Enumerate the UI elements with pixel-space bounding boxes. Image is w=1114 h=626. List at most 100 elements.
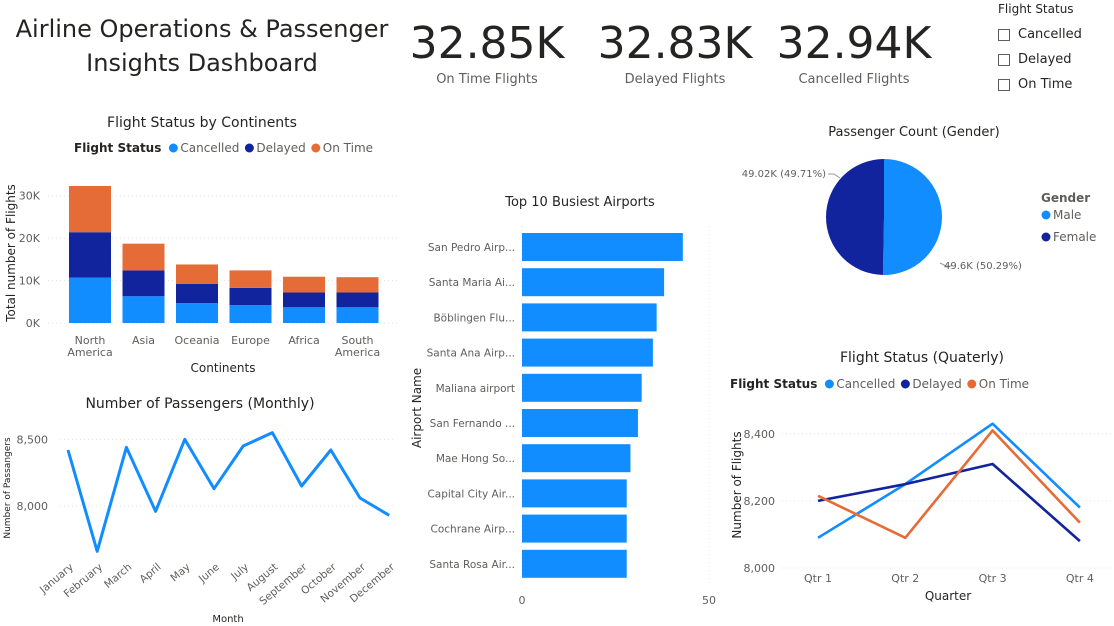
legend-marker: [244, 143, 254, 153]
series-line: [66, 431, 390, 553]
quarterly-line-chart: Flight Status (Quaterly) Flight Status Can…: [730, 350, 1112, 603]
slicer-option-label: Delayed: [1018, 52, 1072, 67]
bar-segment: [283, 307, 325, 323]
bar: [522, 303, 657, 332]
bar-segment: [229, 305, 272, 323]
gender-pie-chart: Passenger Count (Gender) 49.6K (50.29%) 49…: [742, 125, 1096, 275]
y-tick-label: 8,400: [744, 428, 776, 441]
x-axis-title: Continents: [191, 361, 256, 375]
y-axis-title: Number of Flights: [730, 431, 744, 538]
legend-marker: [311, 143, 321, 153]
x-axis-title: Quarter: [925, 589, 971, 603]
y-tick-label: Santa Rosa Air...: [429, 559, 515, 571]
dashboard-title: Airline Operations & Passenger Insights …: [15, 15, 389, 77]
chart-title: Top 10 Busiest Airports: [504, 195, 655, 210]
kpi-delayed: 32.83K Delayed Flights: [590, 18, 760, 87]
busiest-airports-bar-chart: Top 10 Busiest Airports 0 50 San Pedro Airp…: [410, 195, 716, 607]
x-tick-label: Africa: [288, 334, 319, 347]
bar-segment: [336, 277, 379, 293]
legend-marker: [824, 379, 834, 389]
bar-segment: [336, 307, 379, 323]
bar-segment: [176, 283, 218, 304]
legend-marker: [967, 379, 977, 389]
y-tick-label: Capital City Air...: [427, 488, 515, 500]
y-tick-label: Maliana airport: [436, 383, 515, 395]
kpi-label: Delayed Flights: [624, 72, 726, 87]
checkbox[interactable]: [998, 28, 1010, 41]
legend-label: Cancelled: [836, 377, 895, 391]
x-tick-label: June: [196, 561, 222, 586]
slicer-title: Flight Status: [998, 2, 1074, 16]
checkbox[interactable]: [998, 53, 1010, 66]
continents-stacked-bar-chart: Flight Status by Continents Flight Status…: [4, 115, 398, 375]
bar-segment: [229, 287, 272, 306]
bar-segment: [69, 185, 111, 233]
legend-label: Delayed: [256, 141, 305, 155]
x-tick-label: April: [137, 561, 163, 586]
chart-title: Number of Passengers (Monthly): [85, 396, 314, 412]
y-tick-label: Mae Hong So...: [436, 453, 515, 465]
x-axis-title: Month: [212, 614, 243, 625]
checkbox[interactable]: [998, 78, 1010, 91]
bar-segment: [122, 270, 165, 297]
kpi-value: 32.83K: [597, 18, 753, 69]
bar-segment: [229, 270, 272, 288]
data-label: 49.02K (49.71%): [742, 169, 826, 180]
x-tick-label: Oceania: [175, 334, 220, 347]
x-tick-label: Qtr 2: [891, 572, 919, 585]
bar-segment: [69, 232, 111, 278]
slicer-option-label: On Time: [1018, 77, 1073, 92]
bar: [522, 514, 627, 543]
y-tick-label: 10K: [19, 275, 41, 288]
kpi-on-time: 32.85K On Time Flights: [402, 18, 572, 87]
bar: [522, 338, 653, 367]
slicer-option-cancelled[interactable]: Cancelled: [998, 22, 1110, 47]
legend-marker: [1041, 232, 1051, 242]
x-tick-label: Qtr 3: [979, 572, 1007, 585]
x-tick-label: America: [335, 346, 380, 359]
bar-segment: [176, 303, 218, 323]
y-tick-label: 8,000: [17, 500, 49, 513]
y-tick-label: San Pedro Airp...: [428, 242, 515, 254]
x-tick-label: March: [102, 561, 134, 591]
legend-title: Flight Status: [74, 141, 161, 155]
y-axis-title: Number of Passangers: [3, 437, 13, 539]
slicer-option-label: Cancelled: [1018, 27, 1082, 42]
kpi-label: Cancelled Flights: [798, 72, 910, 87]
x-tick-label: July: [228, 561, 251, 583]
slicer-option-delayed[interactable]: Delayed: [998, 47, 1110, 72]
y-tick-label: 8,200: [744, 495, 776, 508]
legend-label: Female: [1053, 230, 1096, 244]
monthly-passengers-line-chart: Number of Passengers (Monthly) 8,000 8,500…: [3, 396, 398, 625]
legend-label: Male: [1053, 208, 1081, 222]
x-tick-label: Qtr 1: [804, 572, 832, 585]
bar: [522, 268, 665, 297]
bar: [522, 373, 642, 402]
legend-marker: [1041, 210, 1051, 220]
leader-line: [828, 173, 841, 179]
legend-title: Flight Status: [730, 377, 817, 391]
chart-title: Flight Status by Continents: [107, 115, 297, 131]
series-line: [817, 462, 1081, 543]
x-tick-label: Qtr 4: [1066, 572, 1094, 585]
data-label: 49.6K (50.29%): [944, 261, 1022, 272]
legend-title: Gender: [1041, 191, 1090, 205]
kpi-value: 32.85K: [409, 18, 565, 69]
bar-segment: [336, 292, 379, 308]
series-line: [817, 429, 1081, 540]
x-tick-label: 50: [702, 594, 716, 607]
y-tick-label: 0K: [26, 317, 41, 330]
slicer-option-on-time[interactable]: On Time: [998, 72, 1110, 97]
y-axis-title: Total number of Flights: [4, 184, 18, 323]
x-tick-label: 0: [519, 594, 526, 607]
legend-label: On Time: [979, 377, 1029, 391]
bar: [522, 233, 683, 261]
bar-segment: [283, 292, 325, 308]
kpi-label: On Time Flights: [436, 72, 538, 87]
pie-slice: [826, 159, 884, 275]
legend-label: Delayed: [912, 377, 961, 391]
x-tick-label: America: [67, 346, 112, 359]
y-tick-label: San Fernando ...: [430, 418, 515, 430]
legend-marker: [168, 143, 178, 153]
kpi-cancelled: 32.94K Cancelled Flights: [769, 18, 939, 87]
